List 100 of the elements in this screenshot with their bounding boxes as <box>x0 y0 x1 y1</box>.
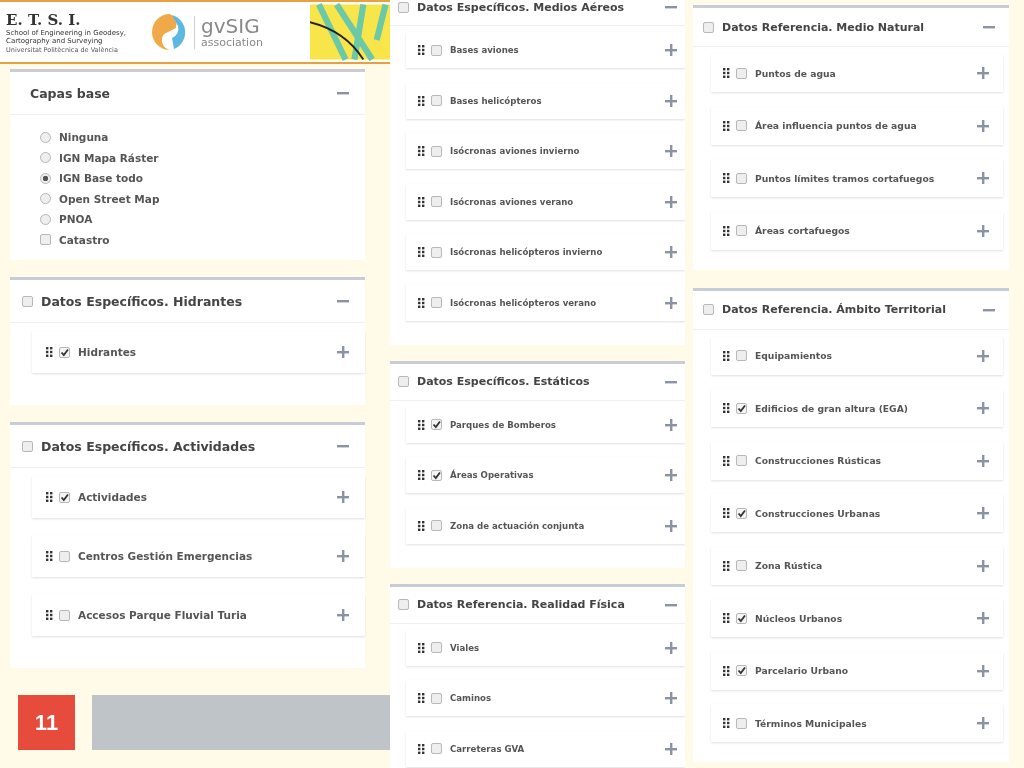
plus-icon[interactable] <box>665 519 677 532</box>
checkbox[interactable] <box>431 642 442 653</box>
plus-icon[interactable] <box>665 692 677 704</box>
layer-item[interactable]: Puntos límites tramos cortafuegos <box>711 159 1003 197</box>
checkbox[interactable] <box>431 196 442 207</box>
checkbox[interactable] <box>431 246 442 258</box>
plus-icon[interactable] <box>337 550 349 562</box>
checkbox[interactable] <box>431 469 442 481</box>
layer-item[interactable]: Zona Rústica <box>711 546 1003 585</box>
drag-handle-icon <box>418 743 425 754</box>
check-icon <box>737 666 746 675</box>
checkbox[interactable] <box>398 599 409 610</box>
layer-item[interactable]: Isócronas helicópteros invierno <box>406 234 685 270</box>
checkbox[interactable] <box>431 297 442 308</box>
layer-item[interactable]: Isócronas aviones invierno <box>406 133 685 169</box>
checkbox[interactable] <box>736 612 747 624</box>
checkbox[interactable] <box>736 402 747 414</box>
checkbox[interactable] <box>736 665 747 676</box>
checkbox[interactable] <box>431 520 442 531</box>
checkbox[interactable] <box>431 419 442 430</box>
layer-item[interactable]: Isócronas aviones verano <box>406 183 685 220</box>
plus-icon[interactable] <box>665 195 677 208</box>
plus-icon[interactable] <box>665 469 677 481</box>
checkbox[interactable] <box>431 95 442 106</box>
checkbox[interactable] <box>703 304 714 315</box>
plus-icon[interactable] <box>977 717 989 729</box>
plus-icon[interactable] <box>665 145 677 157</box>
radio-button[interactable] <box>40 172 51 184</box>
checkbox[interactable] <box>22 440 33 452</box>
checkbox[interactable] <box>736 507 747 519</box>
checkbox[interactable] <box>736 560 747 571</box>
layer-item[interactable]: Construcciones Rústicas <box>711 441 1003 480</box>
option-label: IGN Mapa Ráster <box>59 151 159 164</box>
layer-item[interactable]: Núcleos Urbanos <box>711 599 1003 637</box>
layer-item[interactable]: Equipamientos <box>711 336 1003 375</box>
plus-icon[interactable] <box>977 612 989 624</box>
layer-item[interactable]: Construcciones Urbanas <box>711 494 1003 532</box>
layer-item[interactable]: Parques de Bomberos <box>406 406 685 443</box>
checkbox[interactable] <box>59 346 70 358</box>
layer-item[interactable]: Centros Gestión Emergencias <box>32 535 365 577</box>
plus-icon[interactable] <box>977 224 989 237</box>
checkbox[interactable] <box>736 172 747 184</box>
plus-icon[interactable] <box>665 641 677 654</box>
checkbox[interactable] <box>431 692 442 704</box>
plus-icon[interactable] <box>977 559 989 572</box>
plus-icon[interactable] <box>977 507 989 519</box>
layer-item[interactable]: Área influencia puntos de agua <box>711 106 1003 145</box>
checkbox[interactable] <box>59 550 70 562</box>
layer-item[interactable]: Accesos Parque Fluvial Turia <box>32 594 365 636</box>
checkbox[interactable] <box>736 67 747 79</box>
checkbox[interactable] <box>431 743 442 754</box>
radio-button[interactable] <box>40 193 51 205</box>
checkbox[interactable] <box>431 44 442 56</box>
layer-item[interactable]: Áreas cortafuegos <box>711 211 1003 250</box>
layer-item[interactable]: Términos Municipales <box>711 704 1003 742</box>
layer-item[interactable]: Áreas Operativas <box>406 457 685 493</box>
layer-item[interactable]: Bases aviones <box>406 32 685 68</box>
plus-icon[interactable] <box>977 172 989 184</box>
layer-item[interactable]: Puntos de agua <box>711 54 1003 92</box>
plus-icon[interactable] <box>977 402 989 414</box>
layer-item[interactable]: Carreteras GVA <box>406 730 685 767</box>
checkbox[interactable] <box>398 1 409 13</box>
checkbox[interactable] <box>22 295 33 307</box>
checkbox[interactable] <box>736 225 747 236</box>
plus-icon[interactable] <box>977 119 989 132</box>
plus-icon[interactable] <box>665 44 677 56</box>
checkbox[interactable] <box>431 145 442 157</box>
layer-item[interactable]: Viales <box>406 629 685 666</box>
checkbox[interactable] <box>703 21 714 33</box>
layer-item[interactable]: Zona de actuación conjunta <box>406 507 685 544</box>
plus-icon[interactable] <box>337 609 349 621</box>
layer-item[interactable]: Hidrantes <box>32 331 365 373</box>
layer-item[interactable]: Caminos <box>406 680 685 716</box>
radio-button[interactable] <box>40 131 51 143</box>
plus-icon[interactable] <box>337 491 349 503</box>
checkbox[interactable] <box>40 234 51 246</box>
radio-button[interactable] <box>40 213 51 225</box>
checkbox[interactable] <box>59 491 70 503</box>
checkbox[interactable] <box>736 120 747 131</box>
layer-item[interactable]: Bases helicópteros <box>406 82 685 119</box>
checkbox[interactable] <box>59 609 70 621</box>
plus-icon[interactable] <box>665 742 677 755</box>
plus-icon[interactable] <box>665 94 677 107</box>
layer-item[interactable]: Actividades <box>32 476 365 518</box>
plus-icon[interactable] <box>337 346 349 358</box>
plus-icon[interactable] <box>977 67 989 79</box>
radio-button[interactable] <box>40 152 51 164</box>
checkbox[interactable] <box>736 350 747 361</box>
plus-icon[interactable] <box>665 418 677 431</box>
plus-icon[interactable] <box>665 296 677 309</box>
plus-icon[interactable] <box>977 454 989 467</box>
layer-item[interactable]: Isócronas helicópteros verano <box>406 284 685 321</box>
checkbox[interactable] <box>736 455 747 466</box>
checkbox[interactable] <box>398 376 409 387</box>
checkbox[interactable] <box>736 717 747 729</box>
layer-item[interactable]: Parcelario Urbano <box>711 651 1003 690</box>
plus-icon[interactable] <box>665 246 677 258</box>
plus-icon[interactable] <box>977 664 989 677</box>
layer-item[interactable]: Edificios de gran altura (EGA) <box>711 389 1003 427</box>
plus-icon[interactable] <box>977 349 989 362</box>
